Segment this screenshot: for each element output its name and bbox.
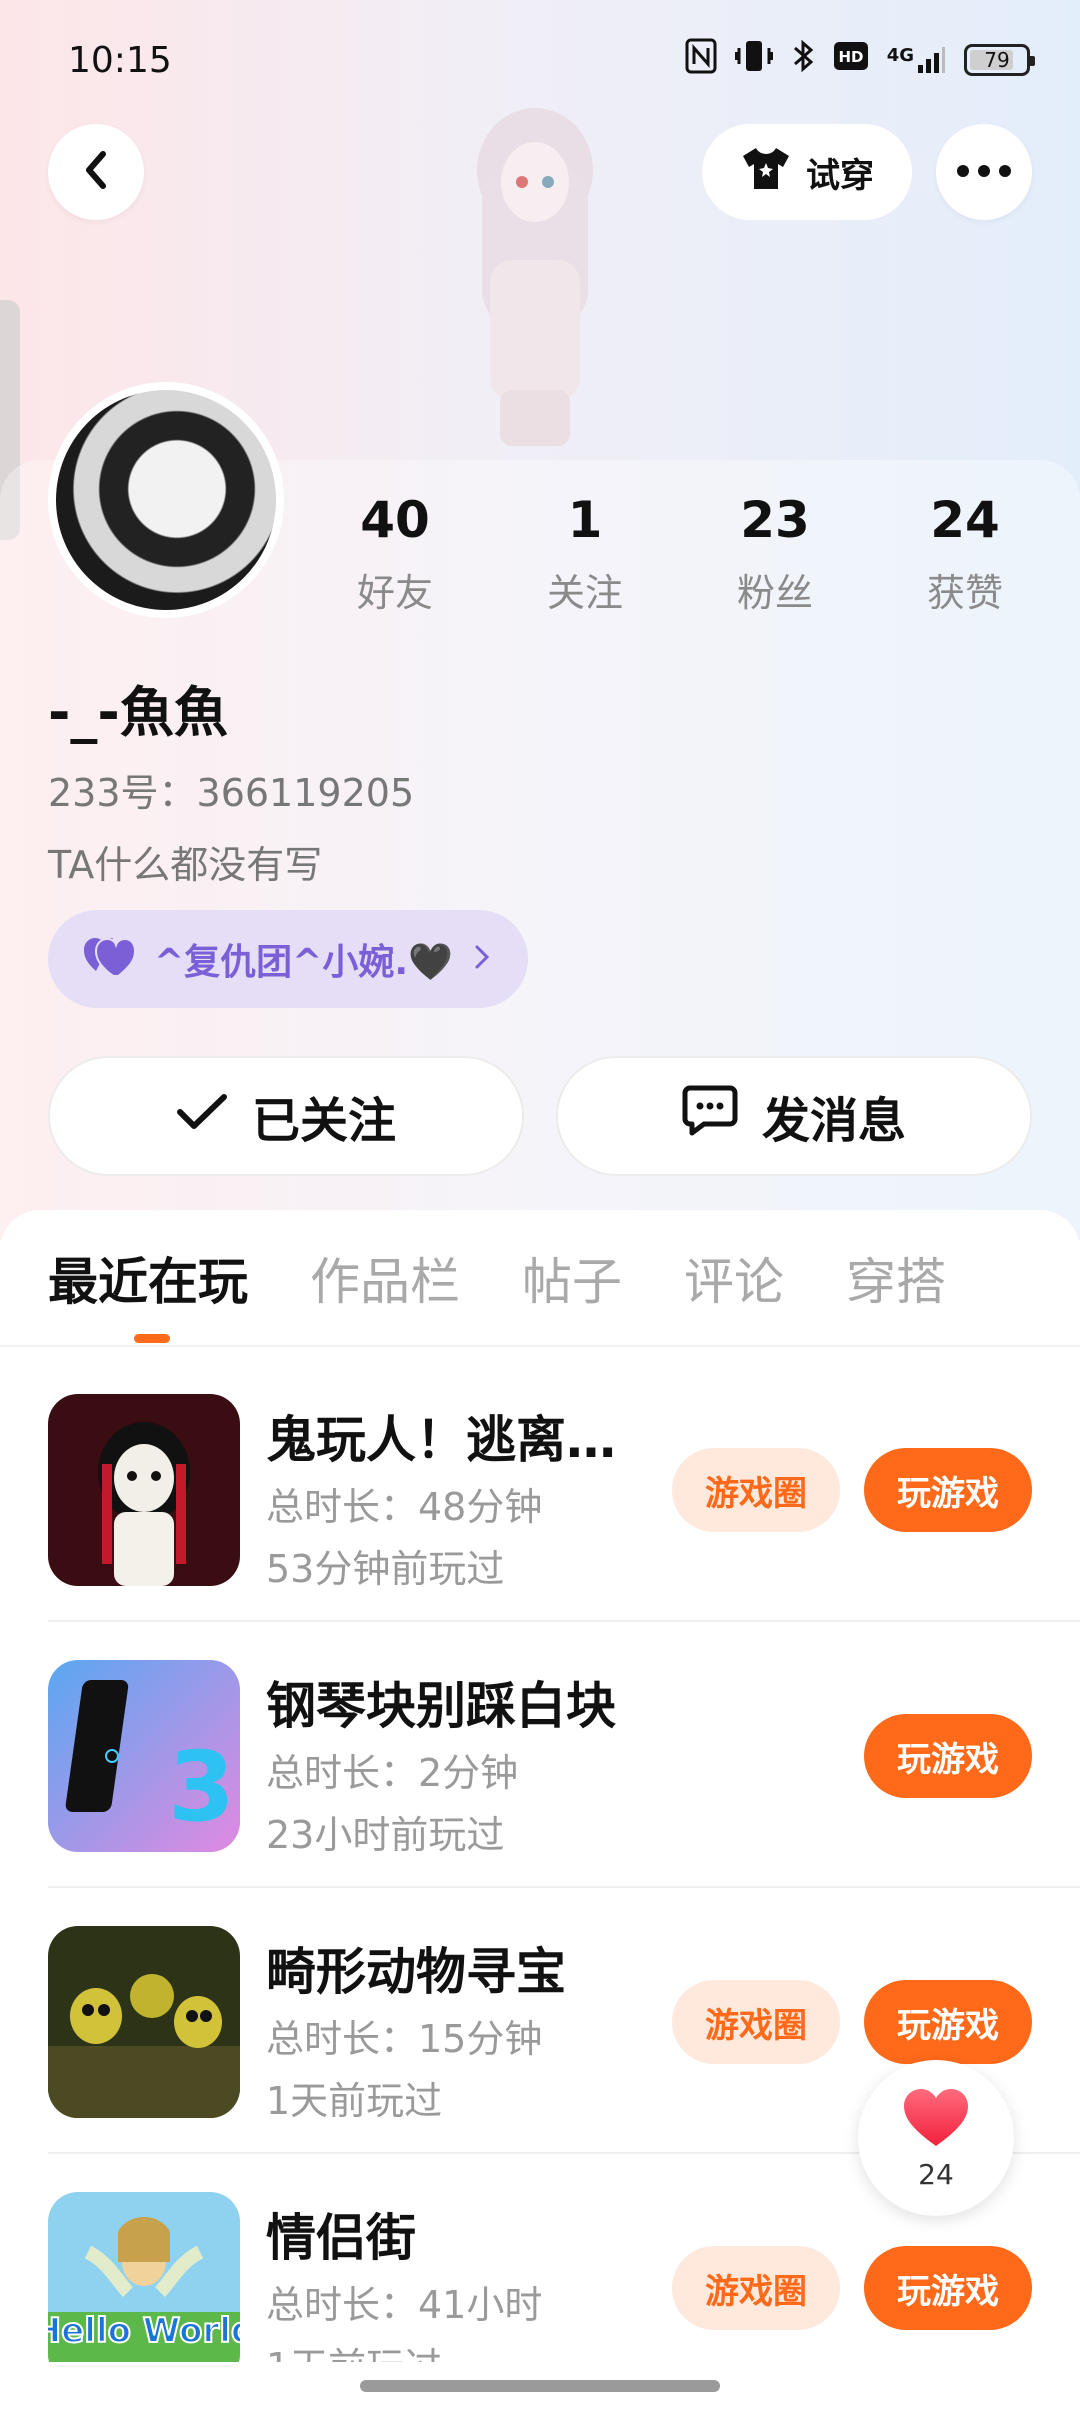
- game-duration: 总时长：48分钟: [266, 1485, 543, 1529]
- game-icon: Hello World: [48, 2192, 240, 2362]
- play-game-button[interactable]: 玩游戏: [864, 1714, 1032, 1798]
- game-item[interactable]: Hello World 情侣街 总时长：41小时 1天前玩过 游戏圈 玩游戏: [48, 2192, 1080, 2362]
- stat-friends[interactable]: 40 好友: [300, 490, 490, 617]
- tab-active-indicator: [134, 1334, 170, 1343]
- game-item[interactable]: 3 钢琴块别踩白块 总时长：2分钟 23小时前玩过 玩游戏: [48, 1660, 1080, 1926]
- signal-4g-icon: 4G: [887, 45, 946, 75]
- status-time: 10:15: [68, 39, 172, 81]
- game-title: 情侣街: [266, 2209, 416, 2267]
- followed-button[interactable]: 已关注: [48, 1056, 524, 1176]
- tab-posts[interactable]: 帖子: [522, 1242, 622, 1314]
- game-duration: 总时长：2分钟: [266, 1751, 519, 1795]
- game-icon: [48, 1394, 240, 1586]
- profile-stats: 40 好友 1 关注 23 粉丝 24 获赞: [300, 490, 1060, 617]
- tab-recent-played[interactable]: 最近在玩: [48, 1242, 248, 1314]
- game-icon: [48, 1926, 240, 2118]
- game-last-played: 1天前玩过: [266, 2336, 442, 2362]
- nfc-icon: [685, 38, 717, 82]
- stat-following[interactable]: 1 关注: [490, 490, 680, 617]
- group-name: ^复仇团^小婉.🖤: [154, 942, 453, 983]
- game-item[interactable]: 鬼玩人！逃离梦… 总时长：48分钟 53分钟前玩过 游戏圈 玩游戏: [48, 1394, 1080, 1660]
- profile-tabs: 最近在玩 作品栏 帖子 评论 穿搭: [48, 1242, 1008, 1314]
- game-last-played: 23小时前玩过: [266, 1813, 505, 1857]
- heart-group-icon: [82, 935, 137, 984]
- back-button[interactable]: [48, 124, 144, 220]
- avatar-image: [56, 390, 276, 610]
- svg-text:HD: HD: [838, 48, 863, 66]
- game-circle-button[interactable]: 游戏圈: [672, 1980, 840, 2064]
- username: -_-魚魚: [48, 681, 228, 744]
- game-circle-button[interactable]: 游戏圈: [672, 1448, 840, 1532]
- tabs-divider: [0, 1345, 1080, 1347]
- game-title: 钢琴块别踩白块: [266, 1677, 616, 1735]
- battery-icon: 79: [964, 44, 1035, 76]
- group-tag[interactable]: ^复仇团^小婉.🖤: [48, 910, 528, 1008]
- game-title: 鬼玩人！逃离梦…: [266, 1411, 656, 1469]
- try-on-button[interactable]: 试穿: [702, 124, 912, 220]
- game-duration: 总时长：15分钟: [266, 2017, 543, 2061]
- list-divider: [48, 1620, 1080, 1622]
- hd-icon: HD: [833, 41, 869, 79]
- game-last-played: 1天前玩过: [266, 2079, 443, 2123]
- tab-outfits[interactable]: 穿搭: [846, 1242, 946, 1314]
- game-last-played: 53分钟前玩过: [266, 1547, 505, 1591]
- stat-fans[interactable]: 23 粉丝: [680, 490, 870, 617]
- game-icon: 3: [48, 1660, 240, 1852]
- game-icon-lettering: Hello World: [48, 2311, 240, 2351]
- chevron-left-icon: [79, 148, 113, 196]
- tab-works[interactable]: 作品栏: [310, 1242, 460, 1314]
- status-icons: HD 4G 79: [685, 38, 1035, 82]
- avatar-3d-figure: [430, 100, 640, 460]
- play-game-button[interactable]: 玩游戏: [864, 1980, 1032, 2064]
- vibrate-icon: [734, 38, 774, 82]
- game-circle-button[interactable]: 游戏圈: [672, 2246, 840, 2330]
- like-float-button[interactable]: 24: [858, 2060, 1014, 2216]
- bluetooth-icon: [791, 38, 815, 82]
- check-icon: [176, 1088, 228, 1144]
- svg-text:3: 3: [168, 1731, 235, 1843]
- tab-comments[interactable]: 评论: [684, 1242, 784, 1314]
- home-indicator[interactable]: [360, 2380, 720, 2392]
- tshirt-icon: [740, 145, 792, 200]
- more-button[interactable]: [936, 124, 1032, 220]
- list-divider: [48, 1886, 1080, 1888]
- stat-likes[interactable]: 24 获赞: [870, 490, 1060, 617]
- avatar[interactable]: [48, 382, 284, 618]
- game-title: 畸形动物寻宝: [266, 1943, 566, 2001]
- like-count: 24: [918, 2157, 954, 2191]
- send-message-button[interactable]: 发消息: [556, 1056, 1032, 1176]
- bio: TA什么都没有写: [48, 843, 323, 887]
- play-game-button[interactable]: 玩游戏: [864, 2246, 1032, 2330]
- chevron-right-icon: [473, 939, 491, 980]
- play-game-button[interactable]: 玩游戏: [864, 1448, 1032, 1532]
- user-id: 233号：366119205: [48, 771, 415, 815]
- chat-bubble-icon: [682, 1084, 738, 1148]
- more-dots-icon: [956, 163, 1012, 182]
- heart-icon: [900, 2086, 972, 2154]
- game-duration: 总时长：41小时: [266, 2283, 543, 2327]
